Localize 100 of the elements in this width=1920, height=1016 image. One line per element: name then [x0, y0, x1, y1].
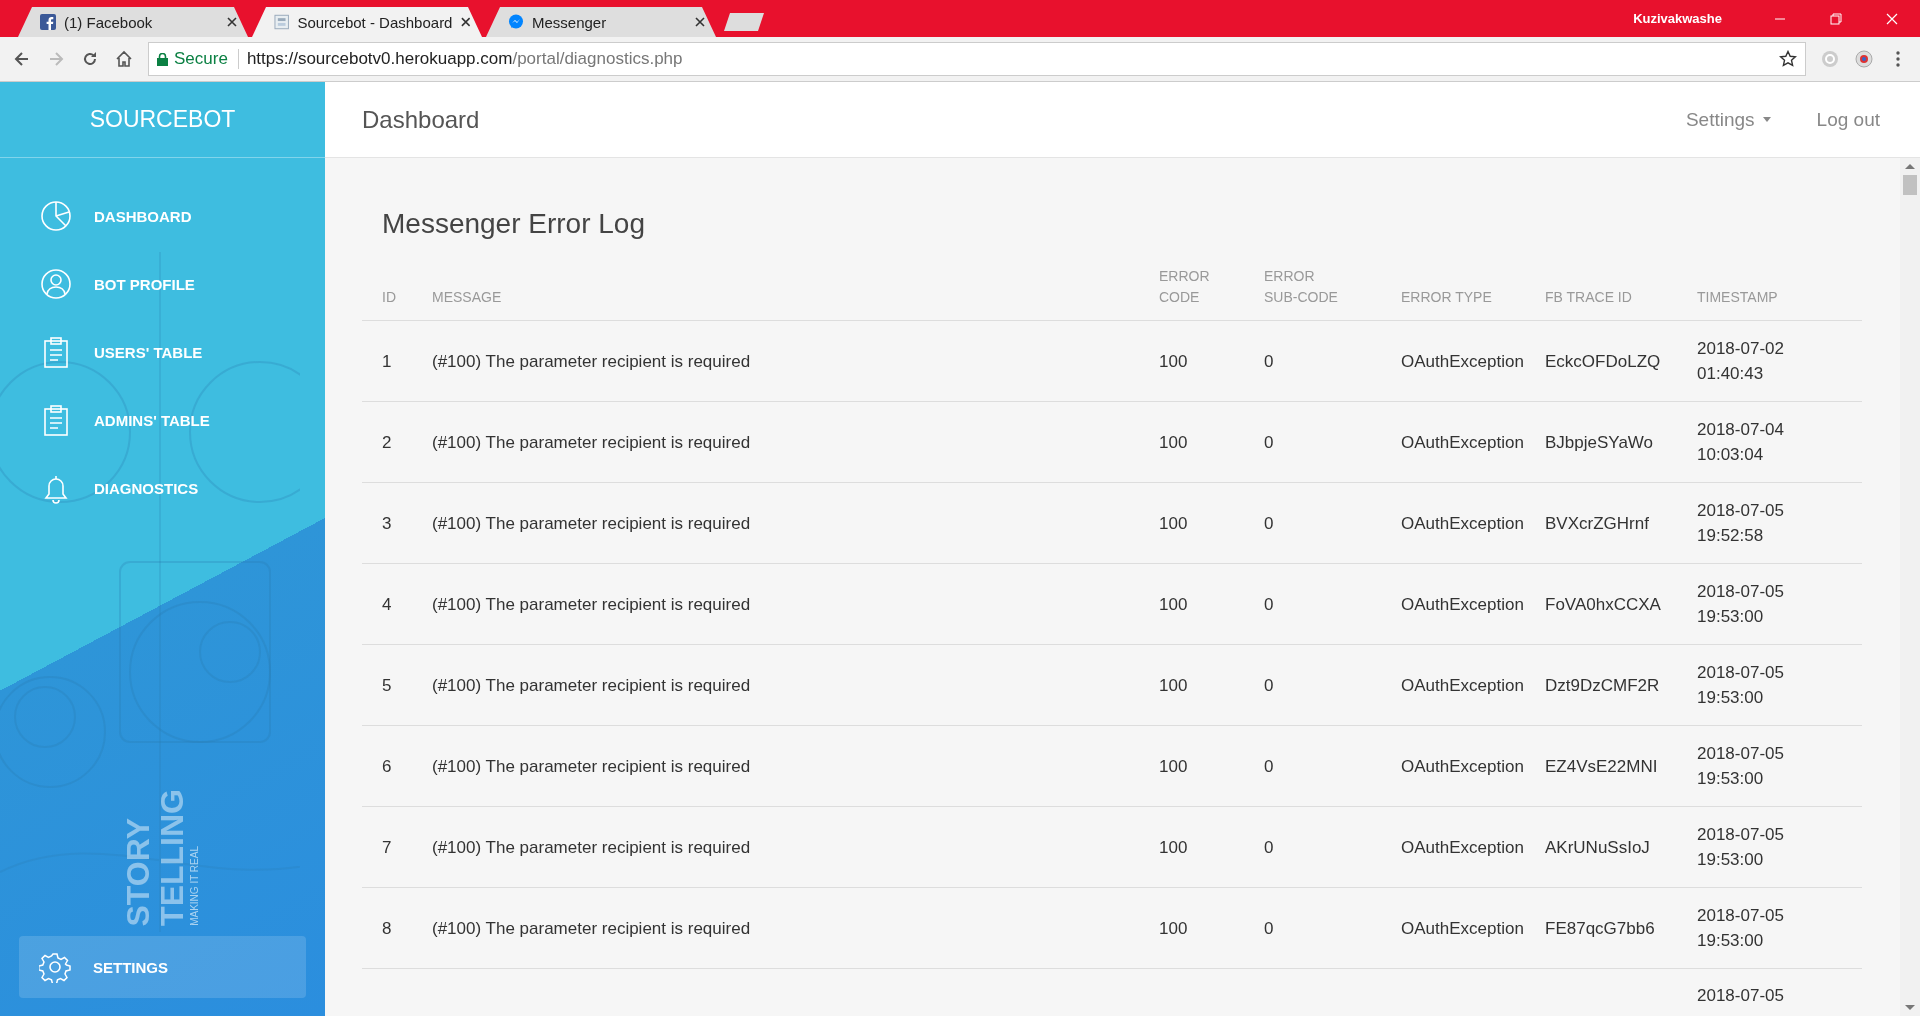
- table-cell-text: (#100) The parameter recipient is required: [432, 836, 751, 859]
- url-text[interactable]: https://sourcebotv0.herokuapp.com/portal/diagnostics.php: [246, 49, 1771, 69]
- new-tab-button[interactable]: [724, 13, 764, 31]
- facebook-icon: [40, 14, 56, 30]
- table-cell-text: OAuthException: [1401, 512, 1524, 535]
- secure-indicator[interactable]: Secure: [157, 49, 239, 69]
- table-cell-text: 1: [382, 350, 392, 373]
- table-cell-text: 100: [1159, 512, 1188, 535]
- column-header: ERROR TYPE: [1401, 288, 1492, 307]
- back-icon[interactable]: [13, 50, 31, 68]
- table-cell-text: 100: [1159, 674, 1188, 697]
- nav-item[interactable]: DIAGNOSTICS: [40, 465, 325, 511]
- table-cell-text: 2018-07-04 10:03:04: [1697, 419, 1785, 466]
- table-cell-text: OAuthException: [1401, 836, 1524, 859]
- table-cell-text: FoVA0hxCCXA: [1545, 593, 1661, 616]
- close-icon[interactable]: [460, 16, 472, 28]
- table-cell-text: 2018-07-02 01:40:43: [1697, 338, 1785, 385]
- table-cell-text: 0: [1264, 755, 1274, 778]
- table-cell-text: 5: [382, 674, 392, 697]
- table-cell-text: 100: [1159, 593, 1188, 616]
- table-cell-text: 2018-07-05 19:53:00: [1697, 662, 1785, 709]
- table-cell-text: 0: [1264, 836, 1274, 859]
- profile-name[interactable]: Kuzivakwashe: [1633, 11, 1722, 26]
- brand-name: SOURCEBOT: [89, 106, 236, 133]
- table-cell-text: 2018-07-05 19:53:00: [1697, 824, 1785, 871]
- chat-bubble-icon: [508, 14, 524, 30]
- table-cell-text: (#100) The parameter recipient is required: [432, 512, 751, 535]
- close-icon[interactable]: [694, 16, 706, 28]
- table-cell-text: 100: [1159, 431, 1188, 454]
- table-cell-text: OAuthException: [1401, 431, 1524, 454]
- table-cell-text: OAuthException: [1401, 917, 1524, 940]
- table-cell-text: 100: [1159, 755, 1188, 778]
- table-cell-text: 4: [382, 593, 392, 616]
- table-cell-text: (#100) The parameter recipient is required: [432, 917, 751, 940]
- table-cell-text: 8: [382, 917, 392, 940]
- art-text: STORY: [122, 817, 154, 926]
- table-cell-text: 0: [1264, 917, 1274, 940]
- page-title: Dashboard: [362, 105, 481, 134]
- browser-tab[interactable]: (1) Facebook: [18, 7, 248, 37]
- art-text: MAKING IT REAL: [190, 846, 200, 926]
- browser-tab[interactable]: Messenger: [486, 7, 716, 37]
- section-title: Messenger Error Log: [382, 208, 646, 240]
- table-cell-text: (#100) The parameter recipient is required: [432, 350, 751, 373]
- user-icon: [40, 268, 72, 300]
- restore-icon[interactable]: [1830, 12, 1842, 25]
- table-cell-text: EZ4VsE22MNI: [1545, 755, 1658, 778]
- settings-button[interactable]: SETTINGS: [19, 936, 306, 998]
- table-cell-text: OAuthException: [1401, 755, 1524, 778]
- star-icon[interactable]: [1779, 50, 1797, 68]
- table-cell-text: 0: [1264, 431, 1274, 454]
- table-cell-text: OAuthException: [1401, 593, 1524, 616]
- table-cell-text: 100: [1159, 917, 1188, 940]
- table-cell-text: (#100) The parameter recipient is required: [432, 755, 751, 778]
- column-header: ERROR SUB-CODE: [1264, 267, 1339, 307]
- table-cell-text: 2018-07-05: [1697, 985, 1785, 1007]
- art-text: TELLING: [156, 789, 188, 926]
- reload-icon[interactable]: [81, 50, 99, 68]
- logout-link[interactable]: Log out: [1816, 108, 1880, 131]
- caret-icon: [1762, 117, 1771, 122]
- column-header: ID: [382, 288, 396, 307]
- table-cell-text: (#100) The parameter recipient is required: [432, 674, 751, 697]
- nav-item[interactable]: DASHBOARD: [40, 193, 325, 239]
- close-icon[interactable]: [226, 16, 238, 28]
- table-cell-text: 2018-07-05 19:53:00: [1697, 743, 1785, 790]
- table-cell-text: AKrUNuSsIoJ: [1545, 836, 1650, 859]
- table-cell-text: 0: [1264, 512, 1274, 535]
- home-icon[interactable]: [115, 50, 133, 68]
- scrollbar[interactable]: [1900, 158, 1920, 1016]
- pie-chart-icon: [40, 200, 72, 232]
- nav-item[interactable]: ADMINS' TABLE: [40, 397, 325, 443]
- table-cell-text: (#100) The parameter recipient is required: [432, 431, 751, 454]
- column-header: FB TRACE ID: [1545, 288, 1632, 307]
- nav-item[interactable]: USERS' TABLE: [40, 329, 325, 375]
- page-icon: [274, 14, 290, 30]
- column-header: MESSAGE: [432, 288, 502, 307]
- lock-icon: [157, 52, 168, 66]
- browser-tab[interactable]: Sourcebot - Dashboard: [252, 7, 482, 37]
- settings-icon: [39, 951, 71, 983]
- table-cell-text: 100: [1159, 350, 1188, 373]
- table-cell-text: 0: [1264, 674, 1274, 697]
- extension-icon[interactable]: [1855, 50, 1873, 68]
- table-cell-text: 0: [1264, 350, 1274, 373]
- table-cell-text: FE87qcG7bb6: [1545, 917, 1655, 940]
- table-cell-text: 2018-07-05 19:53:00: [1697, 905, 1785, 952]
- settings-dropdown[interactable]: Settings: [1685, 108, 1771, 131]
- column-header: TIMESTAMP: [1697, 288, 1778, 307]
- table-cell-text: 2: [382, 431, 392, 454]
- table-cell-text: 7: [382, 836, 392, 859]
- table-cell-text: OAuthException: [1401, 674, 1524, 697]
- table-cell-text: 0: [1264, 593, 1274, 616]
- table-cell-text: 6: [382, 755, 392, 778]
- table-cell-text: 100: [1159, 836, 1188, 859]
- table-cell-text: OAuthException: [1401, 350, 1524, 373]
- table-cell-text: Dzt9DzCMF2R: [1545, 674, 1660, 697]
- table-cell-text: 2018-07-05 19:53:00: [1697, 581, 1785, 628]
- table-cell-text: (#100) The parameter recipient is required: [432, 593, 751, 616]
- nav-item[interactable]: BOT PROFILE: [40, 261, 325, 307]
- table-cell-text: 2018-07-05 19:52:58: [1697, 500, 1785, 547]
- table-cell-text: 3: [382, 512, 392, 535]
- table-cell-text: BJbpjeSYaWo: [1545, 431, 1654, 454]
